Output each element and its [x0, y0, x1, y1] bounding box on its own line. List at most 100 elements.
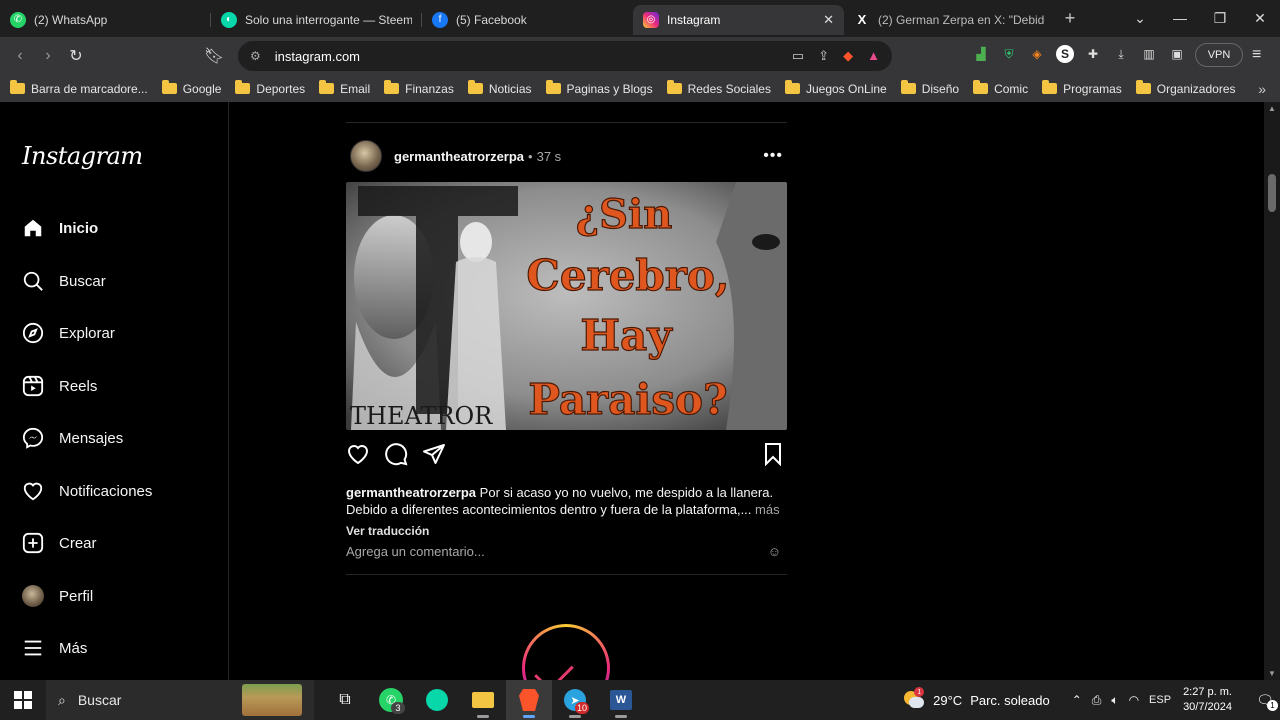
- save-bookmark-icon[interactable]: [761, 442, 785, 466]
- minimize-button[interactable]: —: [1160, 10, 1200, 27]
- post-image[interactable]: ¿Sin Cerebro, Hay Paraiso? THEATROR: [346, 182, 787, 430]
- sidebar-icon[interactable]: ▥: [1140, 45, 1158, 63]
- bookmark-label: Deportes: [256, 81, 306, 96]
- meet-now-icon[interactable]: ⎙: [1092, 693, 1102, 708]
- close-window-button[interactable]: ✕: [1240, 10, 1280, 27]
- image-title-line2: Cerebro,: [526, 251, 729, 300]
- facebook-icon: f: [432, 11, 448, 28]
- nav-inicio[interactable]: Inicio: [22, 217, 98, 239]
- restore-button[interactable]: ❐: [1200, 10, 1240, 27]
- bookmark-folder[interactable]: Google: [161, 80, 221, 96]
- back-button[interactable]: ‹: [6, 47, 34, 65]
- nav-buscar[interactable]: Buscar: [22, 270, 106, 292]
- reload-button[interactable]: ↻: [62, 46, 90, 66]
- scroll-down-arrow-icon[interactable]: ▼: [1268, 669, 1276, 678]
- whatsapp-taskbar-icon[interactable]: ✆ 3: [368, 680, 414, 720]
- wifi-icon[interactable]: ◠: [1129, 693, 1139, 707]
- folder-icon: [900, 80, 916, 94]
- nav-mas[interactable]: Más: [22, 637, 87, 659]
- vpn-label: VPN: [1207, 49, 1231, 61]
- vpn-button[interactable]: VPN: [1195, 43, 1243, 67]
- bookmark-folder[interactable]: Noticias: [467, 80, 532, 96]
- nav-perfil[interactable]: Perfil: [22, 585, 93, 607]
- bookmark-folder[interactable]: Email: [319, 80, 370, 96]
- caption-username[interactable]: germantheatrorzerpa: [346, 485, 476, 500]
- bookmark-folder[interactable]: Barra de marcadore...: [10, 80, 148, 96]
- comment-icon[interactable]: [384, 442, 408, 466]
- taskbar-search[interactable]: ⌕ Buscar: [46, 680, 314, 720]
- tab-instagram[interactable]: ◎ Instagram ✕: [633, 4, 844, 35]
- download-icon[interactable]: ⤓: [1112, 45, 1130, 63]
- share-icon[interactable]: [422, 442, 446, 466]
- windows-start-icon[interactable]: [0, 691, 46, 709]
- nav-explorar[interactable]: Explorar: [22, 322, 115, 344]
- more-bookmarks-chevron-icon[interactable]: »: [1258, 81, 1266, 97]
- bookmark-folder[interactable]: Programas: [1042, 80, 1122, 96]
- tab-steemit[interactable]: ◐ Solo una interrogante — Steemit: [211, 5, 422, 35]
- comment-input[interactable]: Agrega un comentario... ☺: [346, 541, 787, 561]
- nav-mensajes[interactable]: Mensajes: [22, 427, 123, 449]
- bookmark-folder[interactable]: Comic: [973, 80, 1028, 96]
- emoji-icon[interactable]: ☺: [768, 544, 781, 559]
- nav-label: Notificaciones: [59, 482, 153, 500]
- tab-search-chevron-icon[interactable]: ⌄: [1120, 10, 1160, 27]
- more-options-icon[interactable]: •••: [763, 147, 783, 165]
- caption-more-link[interactable]: más: [755, 502, 780, 517]
- extensions-icon[interactable]: ✚: [1084, 45, 1102, 63]
- cast-icon[interactable]: ▭: [792, 48, 804, 64]
- tab-whatsapp[interactable]: ✆ (2) WhatsApp: [0, 5, 211, 35]
- site-settings-icon[interactable]: ⚙: [250, 49, 261, 63]
- menu-icon[interactable]: ≡: [1252, 46, 1261, 64]
- like-heart-icon[interactable]: [346, 442, 370, 466]
- close-tab-icon[interactable]: ✕: [823, 12, 834, 28]
- scroll-up-arrow-icon[interactable]: ▲: [1268, 104, 1276, 113]
- steemit-icon: ◐: [221, 11, 237, 28]
- shield-extension-icon[interactable]: ⛨: [1000, 45, 1018, 63]
- metamask-icon[interactable]: ◈: [1028, 45, 1046, 63]
- post-time[interactable]: 37 s: [537, 149, 562, 164]
- tab-facebook[interactable]: f (5) Facebook: [422, 5, 633, 35]
- telegram-taskbar-icon[interactable]: ➤ 10: [552, 680, 598, 720]
- translate-link[interactable]: Ver traducción: [346, 524, 429, 538]
- s-extension-icon[interactable]: S: [1056, 45, 1074, 63]
- show-hidden-icons-chevron-icon[interactable]: ⌃: [1072, 693, 1082, 707]
- avatar: [22, 585, 44, 607]
- brave-shield-icon[interactable]: ◆: [843, 48, 853, 64]
- wallet-icon[interactable]: ▣: [1168, 45, 1186, 63]
- scrollbar-thumb[interactable]: [1268, 174, 1276, 212]
- language-indicator[interactable]: ESP: [1149, 694, 1171, 706]
- new-tab-button[interactable]: +: [1055, 8, 1085, 29]
- bookmark-folder[interactable]: Paginas y Blogs: [545, 80, 653, 96]
- bookmark-folder[interactable]: Redes Sociales: [666, 80, 771, 96]
- nav-notificaciones[interactable]: Notificaciones: [22, 480, 152, 502]
- task-view-icon[interactable]: ⧉: [322, 680, 368, 720]
- instagram-logo[interactable]: Instagram: [22, 142, 143, 170]
- notification-center-icon[interactable]: 🗨︎ 1: [1250, 692, 1280, 711]
- bookmark-icon[interactable]: 🔖︎: [200, 46, 228, 66]
- folder-icon: [1042, 80, 1058, 94]
- volume-icon[interactable]: 🔈︎: [1111, 693, 1118, 708]
- nav-reels[interactable]: Reels: [22, 375, 97, 397]
- chart-extension-icon[interactable]: ▟: [972, 45, 990, 63]
- bookmark-folder[interactable]: Finanzas: [384, 80, 454, 96]
- system-clock[interactable]: 2:27 p. m. 30/7/2024: [1183, 685, 1232, 715]
- post-username[interactable]: germantheatrorzerpa: [394, 149, 524, 164]
- word-icon: W: [610, 690, 632, 710]
- brave-rewards-icon[interactable]: ▲: [867, 48, 880, 64]
- word-taskbar-icon[interactable]: W: [598, 680, 644, 720]
- file-explorer-icon[interactable]: [460, 680, 506, 720]
- address-bar[interactable]: ⚙ instagram.com ▭ ⇪ ◆ ▲: [238, 41, 892, 71]
- forward-button[interactable]: ›: [34, 47, 62, 65]
- share-icon[interactable]: ⇪: [818, 48, 829, 64]
- bookmark-folder[interactable]: Juegos OnLine: [784, 80, 887, 96]
- bookmark-folder[interactable]: Diseño: [900, 80, 959, 96]
- weather-widget[interactable]: 1 29°C Parc. soleado: [904, 687, 1050, 709]
- nav-crear[interactable]: Crear: [22, 532, 97, 554]
- bookmark-folder[interactable]: Organizadores: [1135, 80, 1236, 96]
- page-scrollbar[interactable]: ▲ ▼: [1264, 102, 1280, 680]
- bookmark-folder[interactable]: Deportes: [235, 80, 306, 96]
- steemit-taskbar-icon[interactable]: [414, 680, 460, 720]
- post-avatar[interactable]: [350, 140, 382, 172]
- brave-taskbar-icon[interactable]: [506, 680, 552, 720]
- tab-x[interactable]: X (2) German Zerpa en X: "Debido a: [844, 5, 1055, 35]
